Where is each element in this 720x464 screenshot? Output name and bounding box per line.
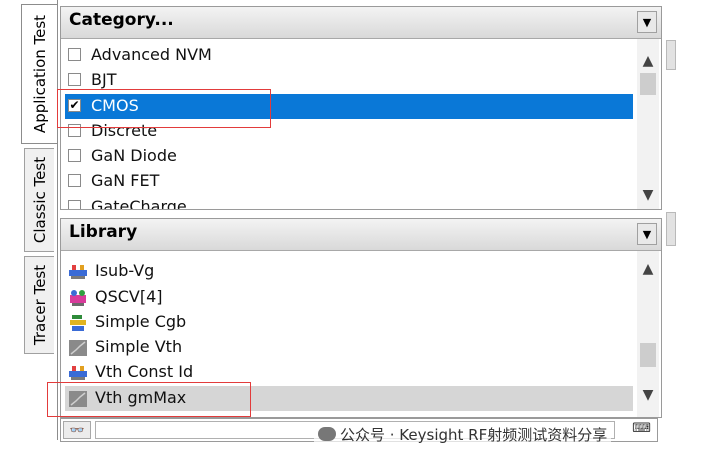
scroll-thumb[interactable] — [640, 343, 656, 367]
library-title: Library — [69, 222, 138, 242]
library-item-simple-vth[interactable]: Simple Vth — [65, 335, 633, 360]
checkbox[interactable] — [68, 174, 81, 187]
tab-label: Application Test — [30, 14, 49, 134]
tab-label: Tracer Test — [30, 264, 49, 346]
library-item-simple-cgb[interactable]: Simple Cgb — [65, 310, 633, 335]
library-item-label: QSCV[4] — [95, 287, 163, 306]
library-item-label: Simple Vth — [95, 337, 183, 356]
scroll-down-icon[interactable]: ▼ — [637, 387, 659, 407]
highlight-box-cmos — [57, 89, 271, 128]
category-header[interactable]: Category... ▼ — [61, 7, 661, 39]
library-item-qscv[interactable]: QSCV[4] — [65, 285, 633, 310]
tab-divider — [57, 0, 58, 440]
chevron-down-icon[interactable]: ▼ — [637, 11, 657, 33]
category-item-label: GaN Diode — [91, 146, 177, 165]
checkbox[interactable] — [68, 149, 81, 162]
capacitor-icon — [70, 315, 86, 331]
right-edge-strip — [666, 0, 720, 464]
category-scrollbar[interactable]: ▲ ▼ — [637, 39, 659, 209]
scroll-down-icon[interactable]: ▼ — [637, 187, 659, 207]
category-item-advanced-nvm[interactable]: Advanced NVM — [65, 43, 633, 68]
watermark-text: 公众号 · Keysight RF射频测试资料分享 — [340, 426, 608, 444]
highlight-box-vth-gmmax — [47, 382, 251, 417]
keyboard-icon[interactable]: ⌨ — [632, 421, 651, 436]
scroll-up-icon[interactable]: ▲ — [637, 53, 659, 73]
category-title: Category... — [69, 10, 174, 30]
chevron-down-icon[interactable]: ▼ — [637, 223, 657, 245]
category-item-label: GateCharge — [91, 197, 187, 209]
cv-probe-icon — [70, 290, 86, 306]
library-item-label: Isub-Vg — [95, 261, 155, 280]
scroll-up-icon[interactable]: ▲ — [637, 261, 659, 281]
multi-device-icon — [69, 366, 87, 380]
scroll-thumb[interactable] — [640, 73, 656, 95]
splitter-handle[interactable] — [666, 40, 676, 70]
checkbox[interactable] — [68, 48, 81, 61]
checkbox[interactable] — [68, 73, 81, 86]
tab-label: Classic Test — [30, 156, 49, 244]
tab-tracer-test[interactable]: Tracer Test — [24, 256, 54, 354]
category-item-label: BJT — [91, 70, 117, 89]
multi-device-icon — [69, 265, 87, 279]
library-item-label: Simple Cgb — [95, 312, 187, 331]
binoculars-icon[interactable]: 👓 — [63, 421, 91, 439]
tab-classic-test[interactable]: Classic Test — [24, 148, 54, 252]
category-item-gan-fet[interactable]: GaN FET — [65, 169, 633, 194]
category-item-gatecharge[interactable]: GateCharge — [65, 195, 633, 209]
library-scrollbar[interactable]: ▲ ▼ — [637, 251, 659, 417]
library-item-isub-vg[interactable]: Isub-Vg — [65, 259, 633, 284]
category-item-label: GaN FET — [91, 171, 160, 190]
watermark: 公众号 · Keysight RF射频测试资料分享 — [314, 424, 612, 445]
splitter-handle[interactable] — [666, 212, 676, 246]
checkbox[interactable] — [68, 200, 81, 209]
category-item-gan-diode[interactable]: GaN Diode — [65, 144, 633, 169]
wechat-icon — [318, 427, 336, 441]
category-item-label: Advanced NVM — [91, 45, 212, 64]
tab-application-test[interactable]: Application Test — [21, 4, 57, 144]
graph-icon — [69, 340, 87, 356]
library-item-label: Vth Const Id — [95, 362, 194, 381]
library-header[interactable]: Library ▼ — [61, 219, 661, 251]
